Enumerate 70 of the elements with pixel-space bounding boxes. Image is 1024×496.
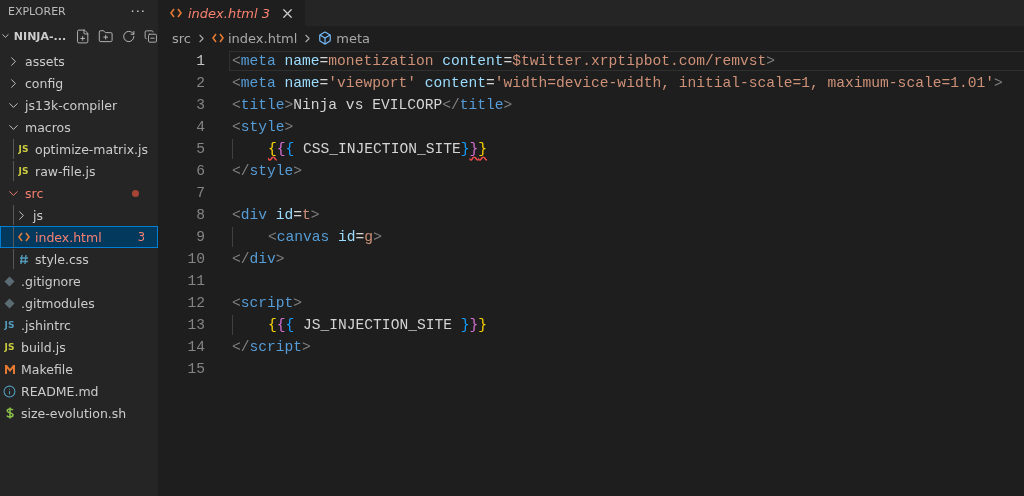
dollar-icon — [4, 407, 15, 419]
hash-icon — [18, 253, 29, 265]
code-line: <title>Ninja vs EVILCORP</title> — [232, 96, 513, 115]
code-line: <script> — [232, 294, 303, 313]
code-brackets-icon — [212, 33, 224, 43]
line-number: 9 — [195, 229, 205, 245]
line-number: 12 — [186, 295, 205, 311]
js-file-icon: JS — [4, 342, 15, 352]
code-line: </script> — [232, 338, 311, 357]
collapse-all-icon[interactable] — [144, 28, 158, 44]
code-line: </style> — [232, 162, 303, 181]
code-line: </div> — [232, 250, 285, 269]
line-number: 13 — [186, 317, 205, 333]
js-file-icon: JS — [18, 144, 29, 154]
m-letter-icon — [3, 363, 16, 375]
js-file-icon: JS — [4, 320, 15, 330]
line-number: 7 — [195, 185, 205, 201]
line-number: 15 — [186, 361, 205, 377]
line-number: 8 — [195, 207, 205, 223]
more-actions-button[interactable]: ··· — [130, 3, 146, 19]
file-item[interactable]: Makefile — [0, 358, 158, 380]
file-item[interactable]: style.css — [0, 248, 158, 270]
folder-item[interactable]: macros — [0, 116, 158, 138]
line-number: 14 — [186, 339, 205, 355]
line-number: 4 — [195, 119, 205, 135]
line-number: 5 — [195, 141, 205, 157]
file-item[interactable]: README.md — [0, 380, 158, 402]
file-item[interactable]: .gitignore — [0, 270, 158, 292]
info-icon — [3, 384, 16, 398]
diamond-icon — [4, 275, 15, 287]
code-line: {{{ JS_INJECTION_SITE }}} — [268, 316, 487, 335]
code-line: <meta name='viewport' content='width=device-width, initial-scale=1, maximum-scale=1.01'> — [232, 74, 1003, 93]
file-item[interactable]: .gitmodules — [0, 292, 158, 314]
file-item[interactable]: index.html 3 — [0, 226, 158, 248]
file-item[interactable]: JS .jshintrc — [0, 314, 158, 336]
file-item[interactable]: JS build.js — [0, 336, 158, 358]
code-brackets-icon — [17, 232, 30, 242]
code-line: <div id=t> — [232, 206, 320, 225]
breadcrumb[interactable]: meta — [318, 30, 371, 46]
folder-item[interactable]: config — [0, 72, 158, 94]
line-number: 11 — [186, 273, 205, 289]
line-number: 2 — [195, 75, 205, 91]
code-line: <meta name=monetization content=$twitter.xrptipbot.com/remvst> — [232, 52, 776, 71]
code-brackets-icon — [170, 8, 182, 18]
folder-item[interactable]: src — [0, 182, 158, 204]
file-item[interactable]: size-evolution.sh — [0, 402, 158, 424]
line-number: 1 — [195, 53, 205, 69]
folder-item[interactable]: assets — [0, 50, 158, 72]
editor-tab[interactable]: index.html 3 — [158, 0, 305, 26]
js-file-icon: JS — [18, 166, 29, 176]
cube-icon — [318, 31, 333, 45]
problem-count: 3 — [137, 230, 145, 244]
code-line: {{{ CSS_INJECTION_SITE}}} — [268, 140, 487, 159]
breadcrumb[interactable]: src — [172, 30, 191, 46]
new-folder-icon[interactable] — [98, 27, 114, 45]
file-item[interactable]: JS raw-file.js — [0, 160, 158, 182]
sidebar-title: EXPLORER — [8, 4, 66, 18]
folder-item[interactable]: js13k-compiler — [0, 94, 158, 116]
project-name[interactable]: NINJA-... — [13, 29, 67, 43]
line-number: 10 — [186, 251, 205, 267]
line-number: 3 — [195, 97, 205, 113]
code-line: <style> — [232, 118, 294, 137]
folder-item[interactable]: js — [0, 204, 158, 226]
refresh-icon[interactable] — [121, 28, 136, 44]
breadcrumb[interactable]: index.html — [212, 30, 298, 46]
code-line: <canvas id=g> — [268, 228, 382, 247]
file-item[interactable]: JS optimize-matrix.js — [0, 138, 158, 160]
line-number: 6 — [195, 163, 205, 179]
new-file-icon[interactable] — [75, 27, 91, 45]
diamond-icon — [4, 297, 15, 309]
